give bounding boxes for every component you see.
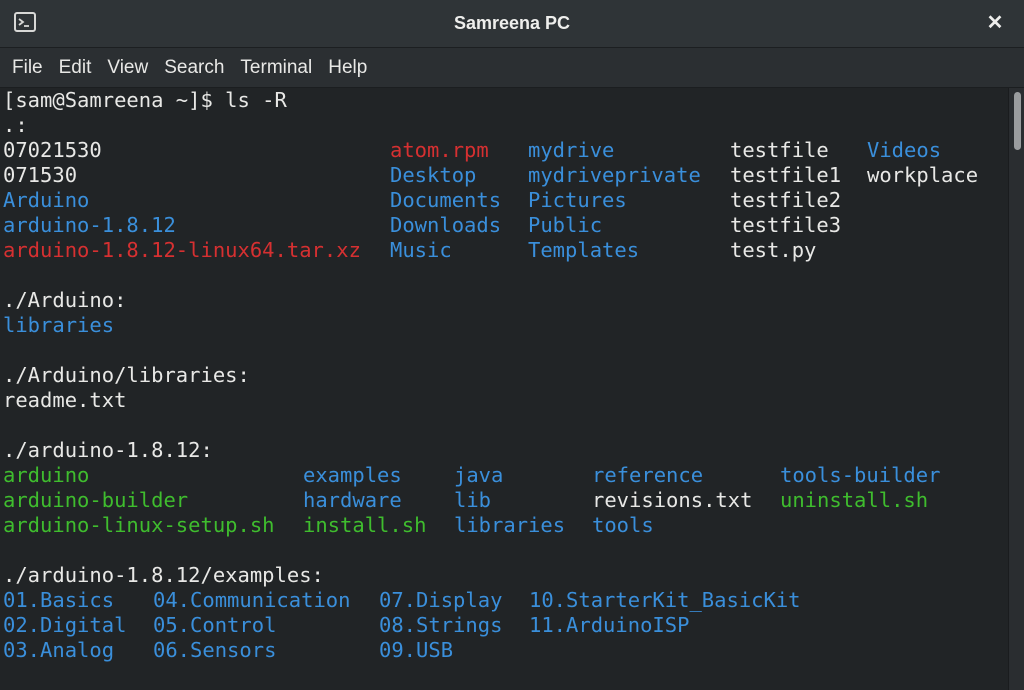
listing-entry: 11.ArduinoISP xyxy=(529,613,690,637)
listing-entry: atom.rpm xyxy=(390,138,489,162)
listing-entry: 071530 xyxy=(3,163,78,187)
listing-entry: readme.txt xyxy=(3,388,127,412)
listing-entry: Pictures xyxy=(528,188,627,212)
listing-entry: lib xyxy=(454,488,492,512)
listing-entry: arduino xyxy=(3,463,90,487)
listing-entry: revisions.txt xyxy=(592,488,753,512)
listing-entry: 03.Analog xyxy=(3,638,115,662)
menu-search[interactable]: Search xyxy=(156,48,232,88)
listing-entry: reference xyxy=(592,463,704,487)
listing-entry: Videos xyxy=(867,138,942,162)
listing-entry: test.py xyxy=(730,238,817,262)
listing-entry: 10.StarterKit_BasicKit xyxy=(529,588,801,612)
listing-entry: 01.Basics xyxy=(3,588,115,612)
listing-entry: libraries xyxy=(454,513,566,537)
listing-entry: Arduino xyxy=(3,188,90,212)
listing-entry: workplace xyxy=(867,163,979,187)
listing-entry: tools-builder xyxy=(780,463,941,487)
listing-entry: arduino-1.8.12 xyxy=(3,213,176,237)
menu-help[interactable]: Help xyxy=(320,48,375,88)
terminal-window: Samreena PC ✕ File Edit View Search Term… xyxy=(0,0,1024,690)
listing-entry: 05.Control xyxy=(153,613,277,637)
directory-header: ./arduino-1.8.12: xyxy=(3,438,213,462)
menu-file[interactable]: File xyxy=(4,48,51,88)
menu-bar: File Edit View Search Terminal Help xyxy=(0,48,1024,88)
listing-entry: Templates xyxy=(528,238,640,262)
directory-header: ./arduino-1.8.12/examples: xyxy=(3,563,324,587)
listing-entry: 08.Strings xyxy=(379,613,503,637)
listing-entry: 02.Digital xyxy=(3,613,127,637)
listing-entry: hardware xyxy=(303,488,402,512)
listing-entry: 07.Display xyxy=(379,588,503,612)
listing-entry: testfile xyxy=(730,138,829,162)
listing-entry: Documents xyxy=(390,188,502,212)
listing-entry: libraries xyxy=(3,313,115,337)
listing-entry: 07021530 xyxy=(3,138,102,162)
listing-entry: mydriveprivate xyxy=(528,163,701,187)
listing-entry: examples xyxy=(303,463,402,487)
menu-terminal[interactable]: Terminal xyxy=(232,48,320,88)
listing-entry: tools xyxy=(592,513,654,537)
directory-header: ./Arduino/libraries: xyxy=(3,363,250,387)
close-button[interactable]: ✕ xyxy=(980,8,1010,38)
listing-entry: 06.Sensors xyxy=(153,638,277,662)
listing-entry: Desktop xyxy=(390,163,477,187)
listing-entry: Music xyxy=(390,238,452,262)
listing-entry: Public xyxy=(528,213,603,237)
prompt-line: [sam@Samreena ~]$ ls -R xyxy=(3,88,287,112)
listing-entry: java xyxy=(454,463,504,487)
menu-edit[interactable]: Edit xyxy=(51,48,100,88)
listing-entry: Downloads xyxy=(390,213,502,237)
listing-entry: mydrive xyxy=(528,138,615,162)
listing-entry: testfile3 xyxy=(730,213,842,237)
listing-entry: 04.Communication xyxy=(153,588,351,612)
listing-entry: uninstall.sh xyxy=(780,488,929,512)
listing-entry: install.sh xyxy=(303,513,427,537)
window-title: Samreena PC xyxy=(453,13,571,33)
listing-entry: testfile1 xyxy=(730,163,842,187)
listing-entry: arduino-1.8.12-linux64.tar.xz xyxy=(3,238,361,262)
scrollbar-thumb[interactable] xyxy=(1014,92,1021,150)
title-bar[interactable]: Samreena PC ✕ xyxy=(0,0,1024,48)
listing-entry: 09.USB xyxy=(379,638,454,662)
directory-header: .: xyxy=(3,113,28,137)
menu-view[interactable]: View xyxy=(99,48,156,88)
scrollbar[interactable] xyxy=(1008,88,1024,690)
directory-header: ./Arduino: xyxy=(3,288,127,312)
listing-entry: arduino-linux-setup.sh xyxy=(3,513,275,537)
listing-entry: arduino-builder xyxy=(3,488,189,512)
listing-entry: testfile2 xyxy=(730,188,842,212)
terminal-output[interactable]: [sam@Samreena ~]$ ls -R .: 07021530 atom.r… xyxy=(0,88,1024,690)
